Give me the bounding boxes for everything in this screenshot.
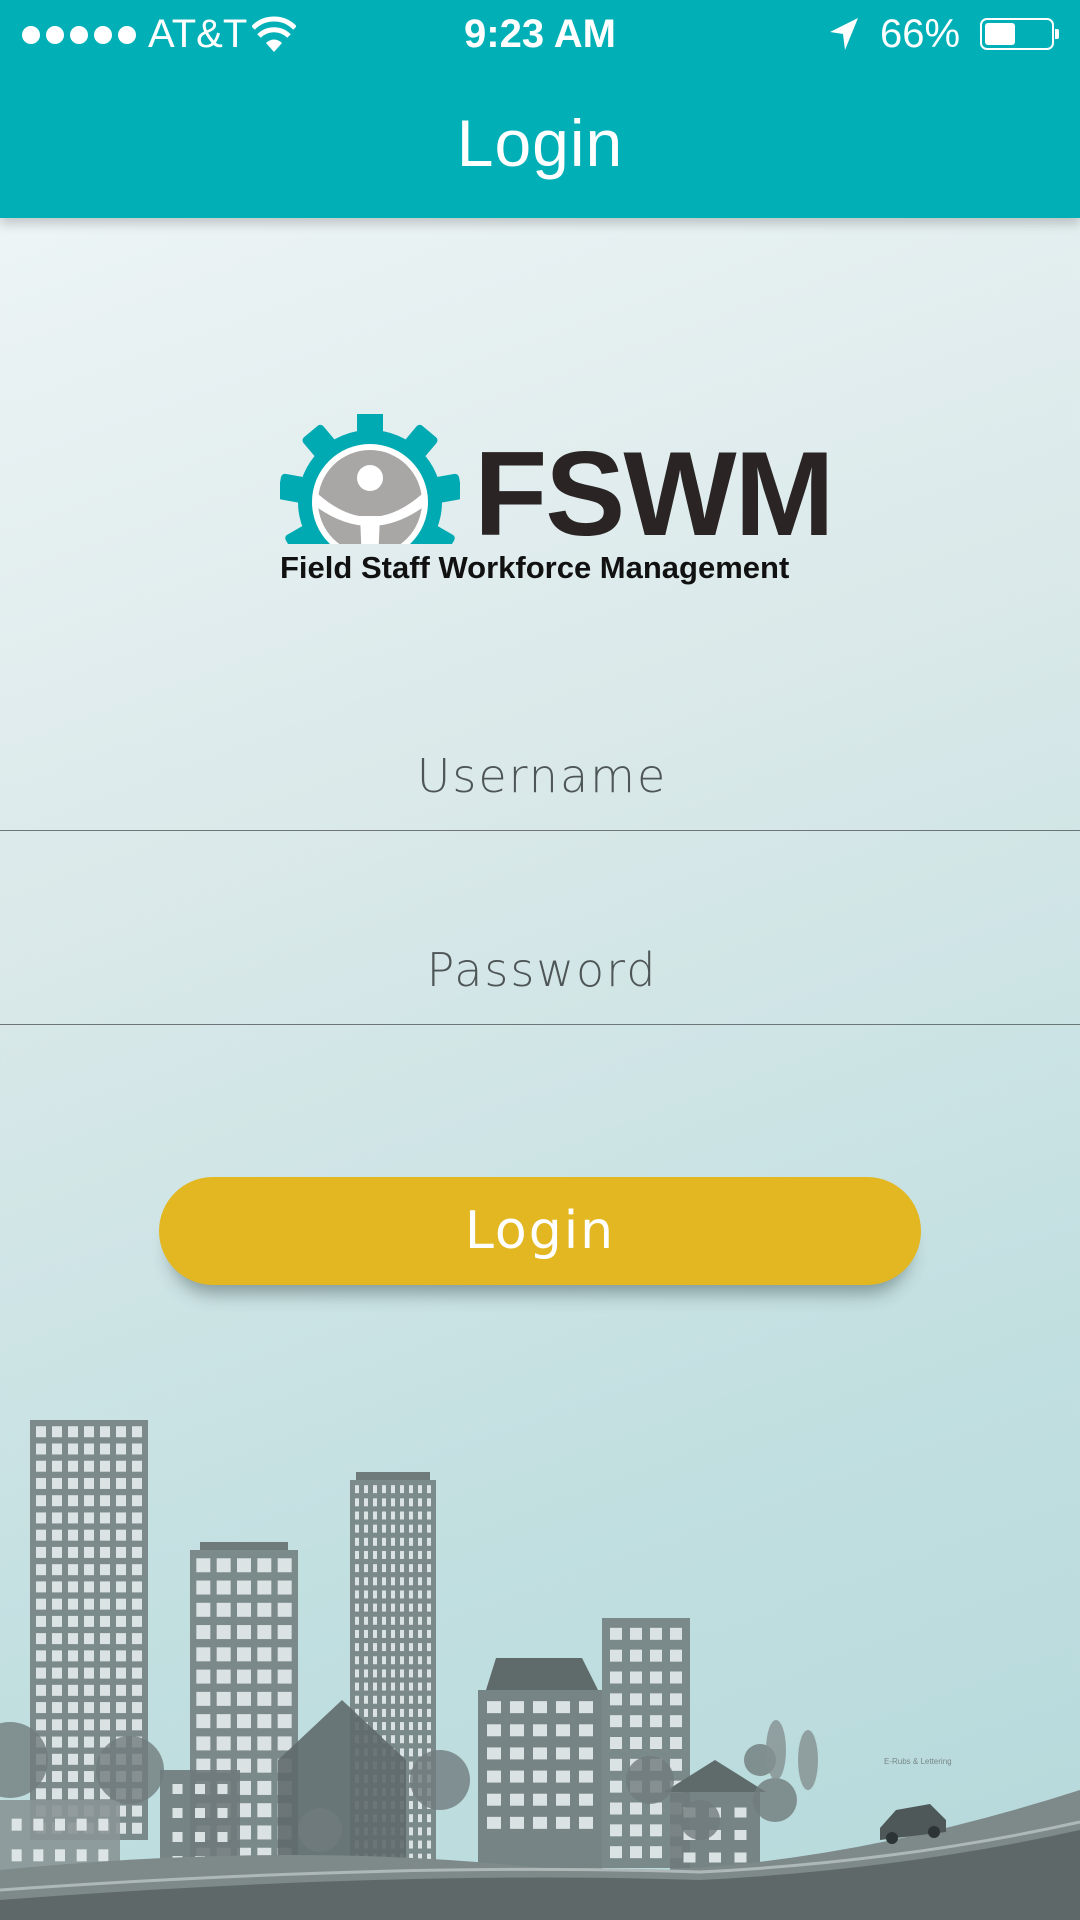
login-button[interactable]: Login (159, 1177, 921, 1285)
gear-person-icon (280, 414, 460, 544)
username-input[interactable] (0, 720, 1080, 832)
location-arrow-icon (830, 18, 858, 50)
password-field[interactable] (0, 914, 1080, 1026)
illustration-credit: E-Rubs & Lettering (884, 1757, 952, 1766)
status-bar: AT&T 9:23 AM 66% (0, 0, 1080, 70)
battery-icon (980, 18, 1059, 50)
logo-wordmark: FSWM (474, 427, 835, 561)
password-input[interactable] (0, 914, 1080, 1026)
fswm-logo: FSWM Field Staff Workforce Management (280, 414, 835, 589)
username-field[interactable] (0, 720, 1080, 832)
battery-percentage: 66% (880, 12, 961, 56)
city-skyline-illustration: E-Rubs & Lettering (0, 1420, 1080, 1920)
logo-subtitle: Field Staff Workforce Management (280, 550, 790, 585)
nav-bar: AT&T 9:23 AM 66% Login (0, 0, 1080, 218)
page-title: Login (456, 106, 624, 180)
